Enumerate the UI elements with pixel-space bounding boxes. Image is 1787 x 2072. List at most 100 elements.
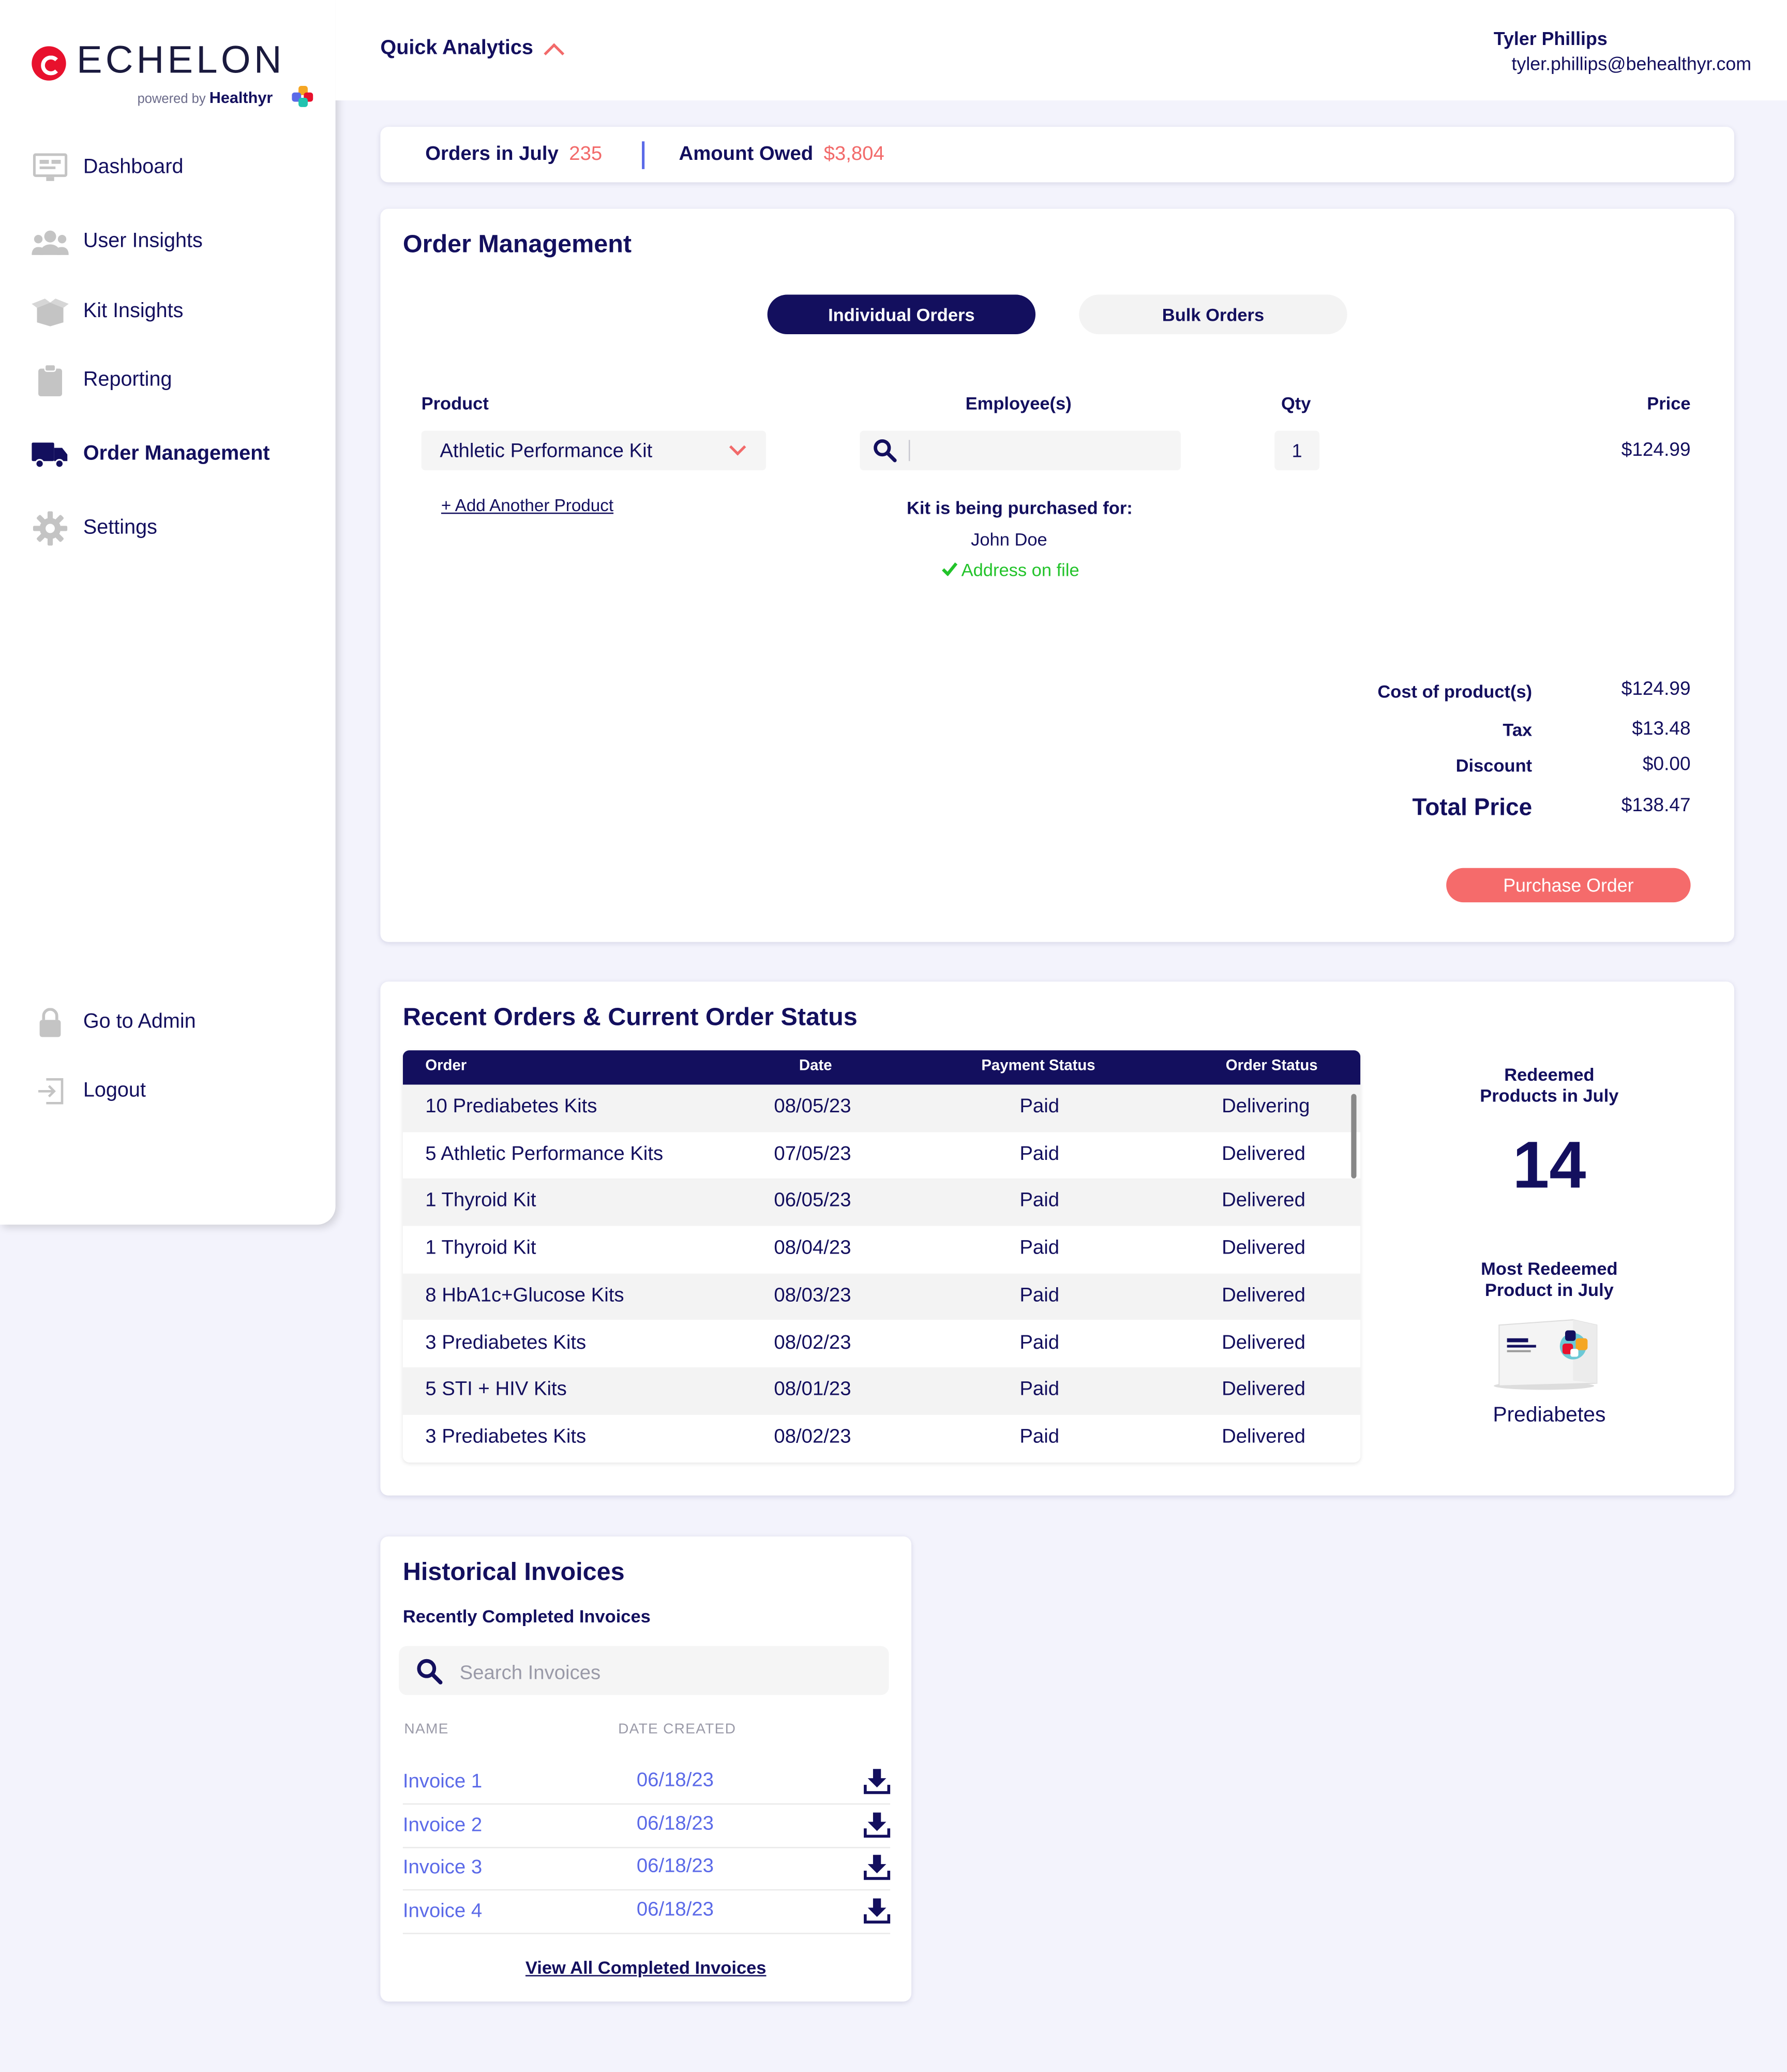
table-row[interactable]: 1 Thyroid Kit 08/04/23 Paid Delivered	[402, 1226, 1361, 1274]
totals-label: Cost of product(s)	[1377, 681, 1533, 702]
healthyr-plus-icon	[292, 85, 313, 107]
purchase-order-button[interactable]: Purchase Order	[1446, 868, 1691, 903]
invoice-row: Invoice 4 06/18/23	[402, 1890, 891, 1934]
users-icon	[32, 226, 69, 258]
order-cell: 8 HbA1c+Glucose Kits	[425, 1284, 624, 1306]
logo-powered-by: powered by Healthyr	[138, 88, 273, 107]
totals-value: $0.00	[1642, 754, 1691, 776]
order-cell: 1 Thyroid Kit	[425, 1236, 536, 1259]
col-header-employees: Employee(s)	[965, 393, 1072, 414]
amount-owed: Amount Owed $3,804	[679, 143, 884, 165]
table-scrollbar[interactable]	[1351, 1094, 1357, 1179]
redeemed-count: 14	[1512, 1128, 1586, 1202]
top-bar: Quick Analytics Tyler Phillips tyler.phi…	[335, 0, 1787, 101]
orders-label: Orders in July	[425, 142, 559, 166]
download-icon[interactable]	[863, 1897, 891, 1924]
summary-divider	[642, 141, 645, 169]
recent-orders-card: Recent Orders & Current Order Status Ord…	[380, 981, 1734, 1496]
most-redeemed-product: Prediabetes	[1493, 1404, 1606, 1427]
invoice-search-input[interactable]	[457, 1657, 872, 1689]
order-cell: 5 Athletic Performance Kits	[425, 1142, 664, 1165]
redeemed-label-line: Products in July	[1480, 1086, 1619, 1106]
table-row[interactable]: 1 Thyroid Kit 06/05/23 Paid Delivered	[402, 1179, 1361, 1226]
date-cell: 07/05/23	[774, 1142, 851, 1165]
invoice-row: Invoice 1 06/18/23	[402, 1761, 891, 1805]
totals-value: $138.47	[1621, 795, 1691, 817]
sidebar-item-go-to-admin[interactable]: Go to Admin	[32, 1004, 322, 1041]
sidebar-item-user-insights[interactable]: User Insights	[32, 223, 322, 261]
order-management-title: Order Management	[402, 231, 632, 259]
address-status-text: Address on file	[961, 560, 1079, 580]
invoice-search[interactable]	[399, 1646, 889, 1695]
totals-discount-row: Discount $0.00	[1295, 754, 1691, 781]
product-select-value: Athletic Performance Kit	[440, 439, 653, 462]
invoice-name-link[interactable]: Invoice 4	[403, 1899, 482, 1921]
sidebar-item-logout[interactable]: Logout	[32, 1073, 322, 1110]
employee-search-input[interactable]	[915, 437, 1172, 467]
search-icon	[874, 439, 897, 463]
clipboard-icon	[32, 364, 69, 397]
payment-status-cell: Paid	[1019, 1284, 1060, 1306]
table-row[interactable]: 10 Prediabetes Kits 08/05/23 Paid Deliverin…	[402, 1084, 1361, 1132]
totals-cost-row: Cost of product(s) $124.99	[1295, 679, 1691, 706]
date-cell: 08/03/23	[774, 1284, 851, 1306]
totals-total-row: Total Price $138.47	[1295, 794, 1691, 826]
recent-orders-title: Recent Orders & Current Order Status	[402, 1004, 858, 1032]
employee-search[interactable]	[860, 430, 1181, 471]
echelon-logo[interactable]: ECHELON powered by Healthyr	[32, 40, 322, 116]
date-cell: 08/04/23	[774, 1236, 851, 1259]
redeemed-label: Redeemed Products in July	[1417, 1065, 1681, 1107]
totals-value: $124.99	[1621, 679, 1691, 700]
kit-box-image	[1494, 1319, 1598, 1390]
invoice-name-link[interactable]: Invoice 1	[403, 1770, 482, 1793]
order-status-cell: Delivered	[1222, 1331, 1305, 1354]
payment-status-cell: Paid	[1019, 1331, 1060, 1354]
sidebar-item-kit-insights[interactable]: Kit Insights	[32, 293, 322, 331]
tab-bulk-orders[interactable]: Bulk Orders	[1079, 294, 1347, 335]
sidebar-item-order-management[interactable]: Order Management	[32, 436, 322, 473]
date-cell: 06/05/23	[774, 1189, 851, 1212]
order-cell: 1 Thyroid Kit	[425, 1189, 536, 1212]
download-icon[interactable]	[863, 1811, 891, 1838]
invoice-row: Invoice 3 06/18/23	[402, 1847, 891, 1891]
table-row[interactable]: 8 HbA1c+Glucose Kits 08/03/23 Paid Delivere…	[402, 1273, 1361, 1321]
purchased-for-name: John Doe	[971, 529, 1047, 550]
col-header-product: Product	[421, 393, 489, 414]
sidebar-item-label: Go to Admin	[83, 1010, 196, 1033]
download-icon[interactable]	[863, 1854, 891, 1881]
order-status-cell: Delivered	[1222, 1142, 1305, 1165]
sidebar-item-dashboard[interactable]: Dashboard	[32, 150, 322, 187]
most-redeemed-label: Most Redeemed Product in July	[1417, 1259, 1681, 1302]
order-status-cell: Delivered	[1222, 1378, 1305, 1401]
order-status-cell: Delivered	[1222, 1284, 1305, 1306]
date-cell: 08/05/23	[774, 1095, 851, 1118]
tab-individual-orders[interactable]: Individual Orders	[767, 294, 1036, 335]
check-icon	[941, 562, 957, 577]
most-redeemed-label-line: Most Redeemed	[1481, 1259, 1618, 1279]
table-row[interactable]: 3 Prediabetes Kits 08/02/23 Paid Delivered	[402, 1320, 1361, 1368]
add-another-product-link[interactable]: + Add Another Product	[441, 496, 613, 515]
invoice-name-link[interactable]: Invoice 3	[403, 1856, 482, 1879]
view-all-invoices-link[interactable]: View All Completed Invoices	[380, 1958, 911, 1977]
quick-analytics-label: Quick Analytics	[380, 37, 533, 59]
quick-analytics-toggle[interactable]: Quick Analytics	[380, 37, 564, 64]
product-select[interactable]: Athletic Performance Kit	[421, 430, 767, 471]
table-row[interactable]: 3 Prediabetes Kits 08/02/23 Paid Delivered	[402, 1414, 1361, 1462]
invoices-col-name: NAME	[404, 1721, 449, 1737]
order-cell: 3 Prediabetes Kits	[425, 1425, 587, 1448]
table-row[interactable]: 5 STI + HIV Kits 08/01/23 Paid Delivered	[402, 1367, 1361, 1415]
sidebar-item-label: Settings	[83, 516, 157, 539]
sidebar-item-reporting[interactable]: Reporting	[32, 362, 322, 399]
user-name: Tyler Phillips	[1493, 27, 1608, 49]
qty-field[interactable]: 1	[1274, 430, 1320, 471]
download-icon[interactable]	[863, 1768, 891, 1795]
sidebar-item-settings[interactable]: Settings	[32, 510, 322, 547]
sidebar-item-label: Reporting	[83, 368, 172, 391]
table-row[interactable]: 5 Athletic Performance Kits 07/05/23 Paid D…	[402, 1131, 1361, 1179]
gear-icon	[32, 511, 69, 546]
order-status-cell: Delivering	[1222, 1095, 1310, 1118]
invoice-name-link[interactable]: Invoice 2	[403, 1813, 482, 1836]
sidebar: ECHELON powered by Healthyr Dashboard Us…	[0, 0, 336, 1225]
date-cell: 08/02/23	[774, 1331, 851, 1354]
totals-label: Total Price	[1412, 794, 1533, 821]
